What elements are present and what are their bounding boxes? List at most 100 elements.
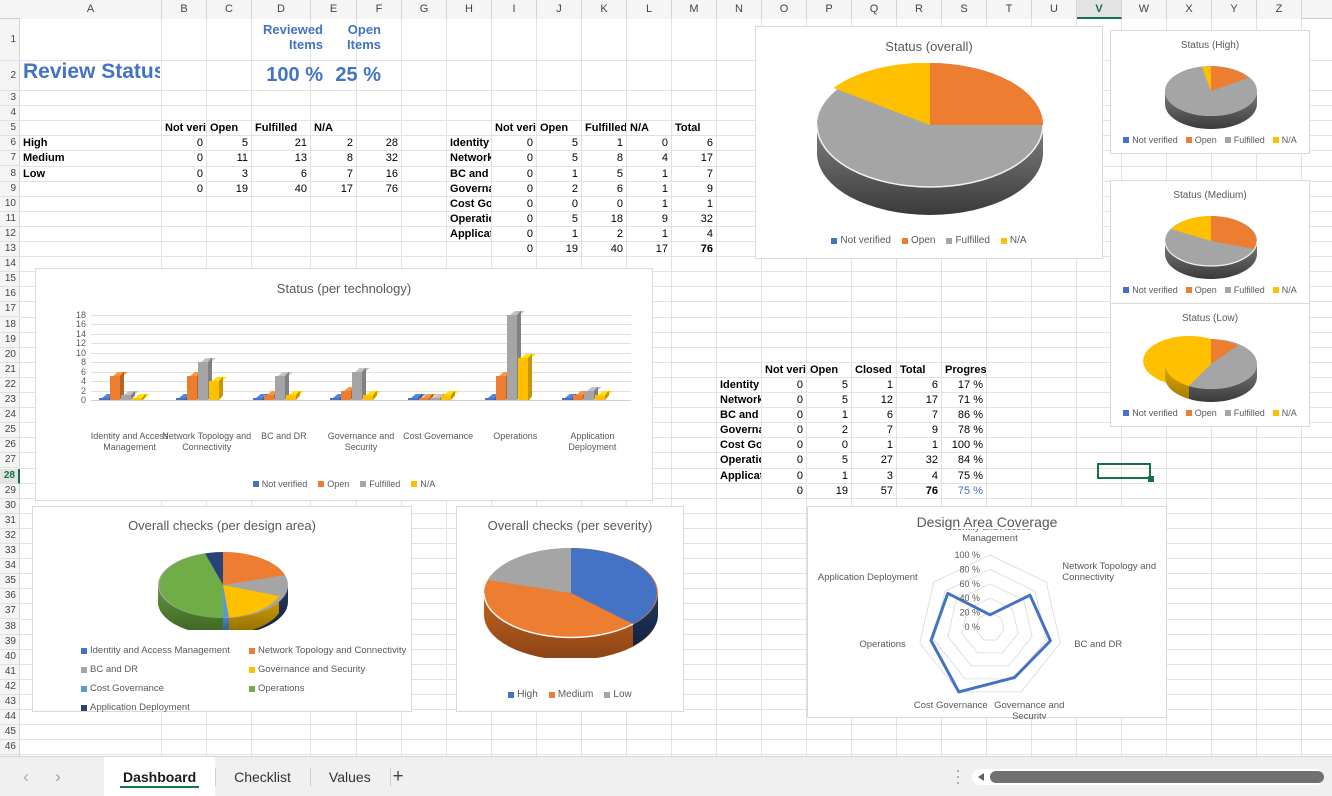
technology-table-cell[interactable]: 0: [492, 182, 536, 196]
column-header-X[interactable]: X: [1167, 0, 1212, 19]
progress-table-cell[interactable]: 71 %: [942, 393, 986, 407]
column-header-W[interactable]: W: [1122, 0, 1167, 19]
row-header-33[interactable]: 33: [0, 544, 20, 560]
row-header-19[interactable]: 19: [0, 332, 20, 348]
progress-table-cell[interactable]: 9: [897, 423, 941, 437]
progress-table-cell[interactable]: 5: [807, 378, 851, 392]
bar-fulfilled[interactable]: [583, 386, 602, 400]
technology-table-total[interactable]: 40: [582, 242, 626, 256]
row-header-25[interactable]: 25: [0, 423, 20, 439]
progress-table-row-label-1[interactable]: Network: [717, 393, 761, 407]
row-header-9[interactable]: 9: [0, 181, 20, 197]
severity-table-row-label-0[interactable]: High: [20, 136, 161, 150]
technology-table-cell[interactable]: 1: [582, 136, 626, 150]
technology-table-cell[interactable]: 0: [492, 197, 536, 211]
column-header-L[interactable]: L: [627, 0, 672, 19]
technology-table-total[interactable]: 0: [492, 242, 536, 256]
column-header-E[interactable]: E: [311, 0, 357, 19]
row-header-28[interactable]: 28: [0, 468, 20, 484]
row-header-40[interactable]: 40: [0, 649, 20, 665]
progress-table-cell[interactable]: 0: [762, 469, 806, 483]
column-header-F[interactable]: F: [357, 0, 402, 19]
progress-table-cell[interactable]: 5: [807, 393, 851, 407]
progress-table-cell[interactable]: 0: [762, 423, 806, 437]
sheet-tab-checklist[interactable]: Checklist: [215, 757, 310, 796]
technology-table-cell[interactable]: 1: [627, 182, 671, 196]
row-header-4[interactable]: 4: [0, 106, 20, 122]
row-header-7[interactable]: 7: [0, 151, 20, 167]
severity-table-row-label-2[interactable]: Low: [20, 167, 161, 181]
technology-table-cell[interactable]: 18: [582, 212, 626, 226]
chart-status-low[interactable]: Status (Low) Not verified Open Fulfilled N/…: [1110, 303, 1310, 427]
column-header-A[interactable]: A: [20, 0, 162, 19]
chart-overall-checks-per-design-area[interactable]: Overall checks (per design area) Identit…: [32, 506, 412, 713]
row-header-1[interactable]: 1: [0, 19, 20, 61]
sheet-tab-values[interactable]: Values: [309, 757, 390, 796]
severity-table-cell[interactable]: 0: [162, 167, 206, 181]
severity-table-cell[interactable]: 0: [162, 151, 206, 165]
row-header-30[interactable]: 30: [0, 498, 20, 514]
technology-table-cell[interactable]: 1: [537, 227, 581, 241]
technology-table-total[interactable]: 17: [627, 242, 671, 256]
bar-n-a[interactable]: [209, 376, 227, 400]
chart-overall-checks-per-severity[interactable]: Overall checks (per severity) High Medium…: [456, 506, 684, 712]
technology-table-cell[interactable]: 2: [582, 227, 626, 241]
add-sheet-button[interactable]: +: [386, 765, 410, 789]
row-header-8[interactable]: 8: [0, 166, 20, 182]
severity-table-cell[interactable]: 11: [207, 151, 251, 165]
progress-table-row-label-3[interactable]: Governar: [717, 423, 761, 437]
technology-table-cell[interactable]: 0: [582, 197, 626, 211]
progress-table-cell[interactable]: 32: [897, 453, 941, 467]
progress-table-cell[interactable]: 78 %: [942, 423, 986, 437]
severity-table-cell[interactable]: 16: [357, 167, 401, 181]
severity-table-cell[interactable]: 28: [357, 136, 401, 150]
technology-table-total[interactable]: 76: [672, 242, 716, 256]
progress-table-row-label-2[interactable]: BC and DI: [717, 408, 761, 422]
progress-table-cell[interactable]: 1: [807, 469, 851, 483]
technology-table-row-label-4[interactable]: Cost Gov: [447, 197, 491, 211]
progress-table-cell[interactable]: 0: [807, 438, 851, 452]
bar-fulfilled[interactable]: [198, 357, 216, 400]
technology-table-row-label-1[interactable]: Network: [447, 151, 491, 165]
progress-table-cell[interactable]: 12: [852, 393, 896, 407]
severity-table-cell[interactable]: 6: [252, 167, 310, 181]
technology-table-cell[interactable]: 6: [672, 136, 716, 150]
bar-fulfilled[interactable]: [275, 371, 294, 400]
column-header-Q[interactable]: Q: [852, 0, 897, 19]
technology-table-cell[interactable]: 0: [492, 227, 536, 241]
chart-status-medium[interactable]: Status (Medium) Not verified Open Fulfille…: [1110, 180, 1310, 304]
column-header-Z[interactable]: Z: [1257, 0, 1302, 19]
row-header-43[interactable]: 43: [0, 695, 20, 711]
row-header-17[interactable]: 17: [0, 302, 20, 318]
progress-table-total[interactable]: 76: [897, 484, 941, 498]
row-header-10[interactable]: 10: [0, 196, 20, 212]
progress-table-cell[interactable]: 7: [852, 423, 896, 437]
severity-table-cell[interactable]: 13: [252, 151, 310, 165]
column-header-T[interactable]: T: [987, 0, 1032, 19]
bar-n-a[interactable]: [517, 353, 536, 400]
progress-table-total[interactable]: 75 %: [942, 484, 986, 498]
row-header-34[interactable]: 34: [0, 559, 20, 575]
severity-table-header-3[interactable]: N/A: [311, 121, 356, 135]
row-header-22[interactable]: 22: [0, 377, 20, 393]
progress-table-cell[interactable]: 0: [762, 408, 806, 422]
progress-table-row-label-0[interactable]: Identity a: [717, 378, 761, 392]
severity-table-cell[interactable]: 5: [207, 136, 251, 150]
progress-table-row-label-5[interactable]: Operatio: [717, 453, 761, 467]
fill-handle[interactable]: [1148, 476, 1154, 482]
horizontal-scrollbar[interactable]: [972, 769, 1324, 785]
technology-table-cell[interactable]: 6: [582, 182, 626, 196]
progress-table-cell[interactable]: 17: [897, 393, 941, 407]
technology-table-cell[interactable]: 5: [537, 212, 581, 226]
column-header-H[interactable]: H: [447, 0, 492, 19]
progress-table-cell[interactable]: 7: [897, 408, 941, 422]
column-header-R[interactable]: R: [897, 0, 942, 19]
technology-table-cell[interactable]: 0: [492, 167, 536, 181]
technology-table-header-3[interactable]: N/A: [627, 121, 671, 135]
row-header-41[interactable]: 41: [0, 664, 20, 680]
severity-table-header-0[interactable]: Not verifi: [162, 121, 206, 135]
column-header-B[interactable]: B: [162, 0, 207, 19]
progress-table-cell[interactable]: 6: [852, 408, 896, 422]
progress-table-header-4[interactable]: Progress: [942, 363, 986, 377]
severity-table-cell[interactable]: 3: [207, 167, 251, 181]
